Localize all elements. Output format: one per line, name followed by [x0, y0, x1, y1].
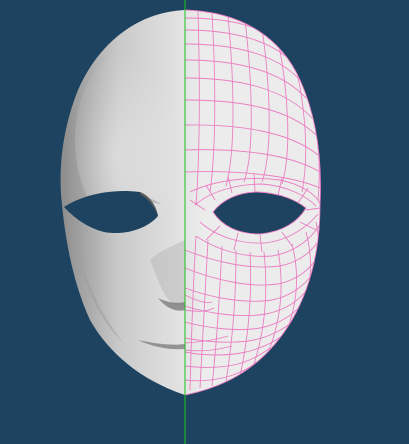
- viewport-canvas[interactable]: [0, 0, 409, 444]
- 3d-viewport[interactable]: [0, 0, 409, 444]
